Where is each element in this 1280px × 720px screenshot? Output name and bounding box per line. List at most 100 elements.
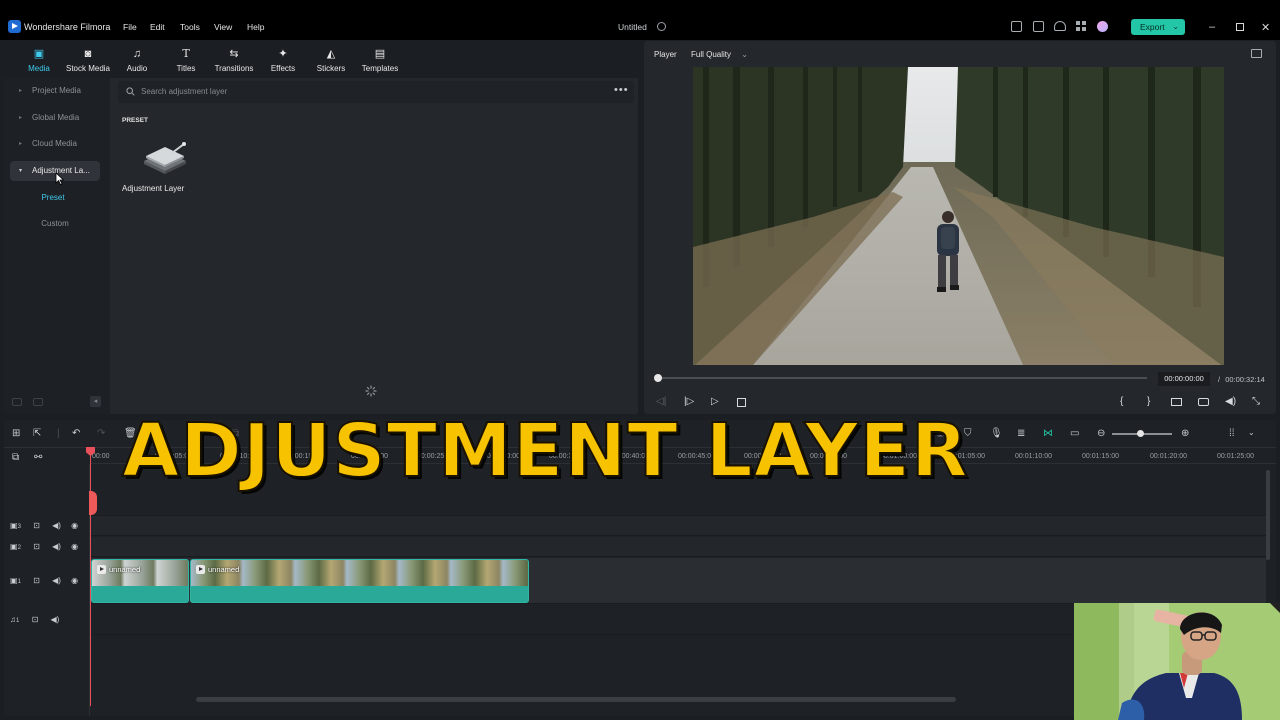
playhead-line[interactable] xyxy=(90,448,91,706)
microphone-icon[interactable]: 🎙 xyxy=(990,428,1003,439)
webcam-overlay xyxy=(1074,603,1280,720)
sidebar-sub-preset[interactable]: Preset xyxy=(8,189,98,207)
menu-tools[interactable]: Tools xyxy=(180,22,200,32)
account-avatar[interactable] xyxy=(1097,21,1108,32)
tab-label: Audio xyxy=(126,64,148,73)
menu-edit[interactable]: Edit xyxy=(150,22,165,32)
menu-view[interactable]: View xyxy=(214,22,232,32)
new-folder-icon[interactable] xyxy=(12,398,22,406)
visibility-eye-icon[interactable]: ◉ xyxy=(71,542,78,551)
snap-magnet-icon[interactable]: ⋈ xyxy=(1043,428,1053,439)
search-input[interactable]: Search adjustment layer xyxy=(141,87,227,96)
volume-icon[interactable]: ◀) xyxy=(1225,396,1236,407)
link-icon[interactable]: ⚯ xyxy=(34,452,42,463)
zoom-slider-handle[interactable] xyxy=(1137,430,1144,437)
ruler-tick: 00:01:25:00 xyxy=(1217,453,1254,460)
tab-media[interactable]: ▣ Media xyxy=(11,41,67,78)
fullscreen-icon[interactable]: ⤡ xyxy=(1252,396,1260,407)
snapshot-view-icon[interactable] xyxy=(1251,49,1262,58)
lock-icon[interactable]: ⊡ xyxy=(32,615,39,624)
tab-templates[interactable]: ▤ Templates xyxy=(352,41,408,78)
zoom-in-icon[interactable]: ⊕ xyxy=(1181,428,1189,439)
tab-stickers[interactable]: ◭ Stickers xyxy=(303,41,359,78)
mouse-cursor-icon xyxy=(55,172,64,185)
video-clip-icon xyxy=(97,565,106,574)
mark-in-icon[interactable]: { xyxy=(1120,396,1123,407)
filmora-window: Wondershare Filmora File Edit Tools View… xyxy=(0,0,1280,720)
camera-snapshot-icon[interactable] xyxy=(1198,398,1209,406)
tab-audio[interactable]: ♫ Audio xyxy=(109,41,165,78)
visibility-eye-icon[interactable]: ◉ xyxy=(71,576,78,585)
display-icon[interactable] xyxy=(1171,398,1182,406)
sidebar-item-global-media[interactable]: Global Media xyxy=(10,108,100,128)
video-preview[interactable] xyxy=(693,67,1224,365)
minimize-icon[interactable]: – xyxy=(1209,21,1215,33)
volume-icon[interactable]: ◀) xyxy=(52,576,61,585)
undo-icon[interactable]: ↶ xyxy=(72,428,80,439)
track-header-audio-1[interactable]: ♫1 ⊡ ◀) xyxy=(10,615,59,624)
tab-label: Media xyxy=(28,64,50,73)
sparkle-icon: ✦ xyxy=(278,48,288,60)
search-bar[interactable]: Search adjustment layer xyxy=(118,81,634,103)
visibility-eye-icon[interactable]: ◉ xyxy=(71,521,78,530)
sidebar-item-project-media[interactable]: Project Media xyxy=(10,81,100,101)
apps-grid-icon[interactable] xyxy=(1076,21,1086,31)
volume-icon[interactable]: ◀) xyxy=(52,542,61,551)
lock-icon[interactable]: ⊡ xyxy=(33,576,40,585)
timeline-clip[interactable]: unnamed xyxy=(91,559,189,603)
add-track-icon[interactable]: ⧉ xyxy=(12,452,19,463)
track-video-3[interactable] xyxy=(90,516,1266,536)
voiceover-list-icon[interactable]: ≣ xyxy=(1017,428,1025,439)
track-video-2[interactable] xyxy=(90,537,1266,557)
export-button[interactable]: Export ⌄ xyxy=(1131,19,1185,35)
cloud-icon[interactable] xyxy=(1054,21,1066,31)
chevron-down-icon[interactable]: ⌄ xyxy=(1248,428,1255,437)
mark-out-icon[interactable]: } xyxy=(1147,396,1150,407)
more-options-icon[interactable]: ••• xyxy=(614,85,629,96)
video-clip-icon xyxy=(196,565,205,574)
adjustment-layer-thumbnail[interactable] xyxy=(142,141,188,175)
track-header-video-1[interactable]: ▣1 ⊡ ◀) ◉ xyxy=(10,576,78,585)
title-bar: Wondershare Filmora File Edit Tools View… xyxy=(0,0,1280,40)
volume-icon[interactable]: ◀) xyxy=(51,615,60,624)
menu-file[interactable]: File xyxy=(123,22,137,32)
close-icon[interactable]: ✕ xyxy=(1261,21,1270,34)
document-title: Untitled xyxy=(618,22,647,32)
timeline-vertical-scrollbar[interactable] xyxy=(1266,470,1270,560)
caption-icon[interactable]: ▭ xyxy=(1070,428,1079,439)
volume-icon[interactable]: ◀) xyxy=(52,521,61,530)
tab-label: Stickers xyxy=(316,64,346,73)
layout-grid-icon[interactable]: ⊞ xyxy=(12,428,20,439)
zoom-out-icon[interactable]: ⊖ xyxy=(1097,428,1105,439)
lock-icon[interactable]: ⊡ xyxy=(33,521,40,530)
menu-help[interactable]: Help xyxy=(247,22,264,32)
quality-dropdown[interactable]: Full Quality ⌄ xyxy=(691,50,748,59)
layout-icon[interactable] xyxy=(1011,21,1022,32)
sidebar-item-label: Global Media xyxy=(32,113,80,122)
tab-transitions[interactable]: ⇆ Transitions xyxy=(206,41,262,78)
save-icon[interactable] xyxy=(1033,21,1044,32)
ruler-tick: 00:01:10:00 xyxy=(1015,453,1052,460)
tab-stock-media[interactable]: ◙ Stock Media xyxy=(60,41,116,78)
track-number: 1 xyxy=(17,579,21,585)
redo-icon[interactable]: ↷ xyxy=(97,428,105,439)
info-icon[interactable] xyxy=(657,22,666,31)
timeline-clip[interactable]: unnamed xyxy=(190,559,529,603)
timeline-horizontal-scrollbar[interactable] xyxy=(196,697,956,702)
collapse-sidebar-icon[interactable]: ◂ xyxy=(90,396,101,407)
player-progress-handle[interactable] xyxy=(654,374,662,382)
tab-label: Stock Media xyxy=(65,64,111,73)
track-header-video-3[interactable]: ▣3 ⊡ ◀) ◉ xyxy=(10,521,78,530)
media-sidebar: Project Media Global Media Cloud Media A… xyxy=(4,78,110,414)
lock-icon[interactable]: ⊡ xyxy=(33,542,40,551)
select-tool-icon[interactable]: ⇱ xyxy=(33,428,41,439)
sidebar-item-cloud-media[interactable]: Cloud Media xyxy=(10,134,100,154)
import-folder-icon[interactable] xyxy=(33,398,43,406)
clip-label: unnamed xyxy=(196,565,239,574)
track-header-video-2[interactable]: ▣2 ⊡ ◀) ◉ xyxy=(10,542,78,551)
maximize-icon[interactable] xyxy=(1236,23,1244,31)
clip-thumbnails xyxy=(191,560,528,586)
timeline-grid-icon[interactable]: ⁞⁞ xyxy=(1229,428,1235,439)
sidebar-sub-custom[interactable]: Custom xyxy=(10,215,100,233)
player-progress-track[interactable] xyxy=(657,377,1147,379)
